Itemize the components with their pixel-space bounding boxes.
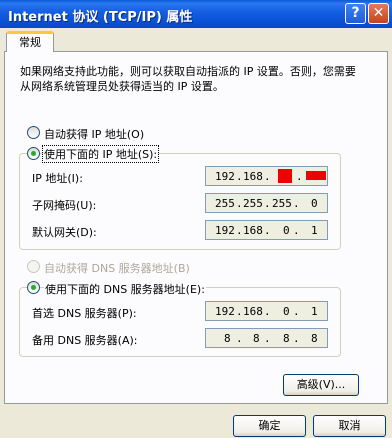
pdns-octet-3: 0 — [283, 305, 290, 318]
window-title: Internet 协议 (TCP/IP) 属性 — [8, 10, 193, 25]
adns-octet-2: 8 — [253, 332, 260, 345]
advanced-button[interactable]: 高级(V)... — [283, 374, 359, 396]
ip-octet-1: 192 — [215, 170, 235, 183]
default-gateway-label: 默认网关(D): — [32, 226, 97, 239]
mask-octet-3: 255 — [272, 197, 292, 210]
redacted-octet-3 — [278, 169, 292, 183]
pdns-octet-2: 168 — [243, 305, 263, 318]
redacted-octet-4 — [306, 171, 326, 180]
manual-dns-radio[interactable] — [27, 281, 40, 294]
mask-octet-2: 255 — [243, 197, 263, 210]
alternate-dns-input[interactable]: 8 . 8 . 8 . 8 — [205, 328, 328, 348]
subnet-mask-label: 子网掩码(U): — [32, 199, 97, 212]
auto-dns-radio[interactable] — [27, 260, 40, 273]
ip-address-input[interactable]: 192 . 168 . . — [205, 166, 328, 186]
default-gateway-input[interactable]: 192 . 168 . 0 . 1 — [205, 220, 328, 240]
close-button[interactable]: ✕ — [368, 3, 389, 24]
adns-octet-4: 8 — [311, 332, 318, 345]
manual-ip-label[interactable]: 使用下面的 IP 地址(S): — [41, 145, 160, 163]
ok-button[interactable]: 确定 — [233, 415, 306, 437]
auto-dns-label[interactable]: 自动获得 DNS 服务器地址(B) — [44, 260, 190, 276]
tab-general[interactable]: 常规 — [6, 31, 54, 52]
preferred-dns-label: 首选 DNS 服务器(P): — [32, 307, 137, 320]
gw-octet-3: 0 — [283, 224, 290, 237]
adns-octet-3: 8 — [283, 332, 290, 345]
auto-ip-label[interactable]: 自动获得 IP 地址(O) — [44, 126, 144, 142]
title-bar[interactable]: Internet 协议 (TCP/IP) 属性 ? ✕ — [0, 0, 392, 28]
description-text: 如果网络支持此功能，则可以获取自动指派的 IP 设置。否则，您需要从网络系统管理… — [20, 65, 356, 93]
ip-octet-2: 168 — [243, 170, 263, 183]
adns-octet-1: 8 — [224, 332, 231, 345]
gw-octet-2: 168 — [243, 224, 263, 237]
help-button[interactable]: ? — [345, 3, 366, 24]
mask-octet-4: 0 — [311, 197, 318, 210]
auto-ip-radio[interactable] — [27, 126, 40, 139]
manual-ip-radio[interactable] — [27, 147, 40, 160]
mask-octet-1: 255 — [215, 197, 235, 210]
pdns-octet-1: 192 — [215, 305, 235, 318]
gw-octet-1: 192 — [215, 224, 235, 237]
manual-dns-label[interactable]: 使用下面的 DNS 服务器地址(E): — [44, 281, 206, 297]
pdns-octet-4: 1 — [311, 305, 318, 318]
ip-address-label: IP 地址(I): — [32, 172, 83, 185]
subnet-mask-input[interactable]: 255 . 255 . 255 . 0 — [205, 193, 328, 213]
preferred-dns-input[interactable]: 192 . 168 . 0 . 1 — [205, 301, 328, 321]
gw-octet-4: 1 — [311, 224, 318, 237]
alternate-dns-label: 备用 DNS 服务器(A): — [32, 334, 138, 347]
cancel-button[interactable]: 取消 — [313, 415, 386, 437]
